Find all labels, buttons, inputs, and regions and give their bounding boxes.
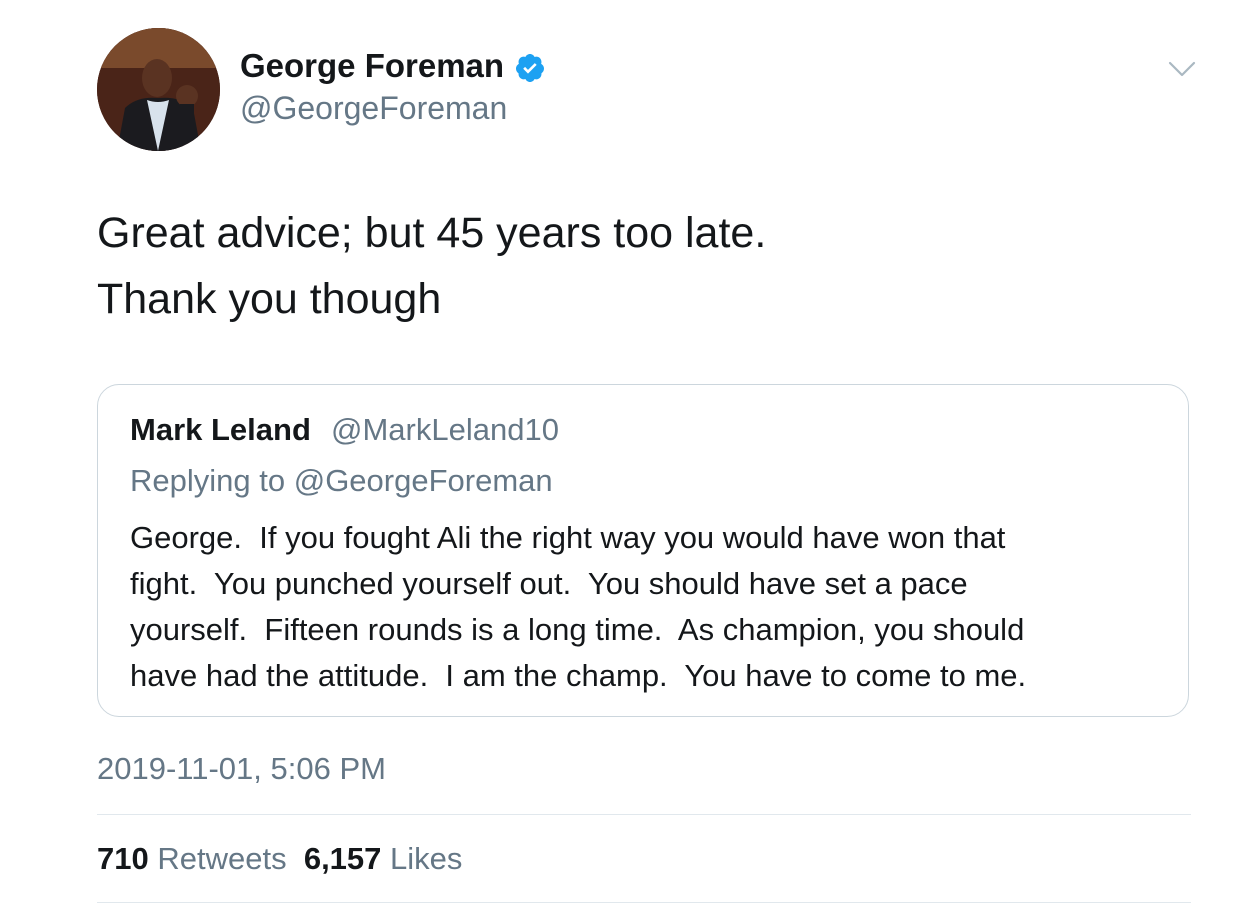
avatar-photo <box>97 28 220 151</box>
quoted-tweet[interactable]: Mark Leland @MarkLeland10 Replying to @G… <box>97 384 1189 717</box>
tweet-text: Great advice; but 45 years too late. Tha… <box>97 200 766 332</box>
avatar[interactable] <box>97 28 220 151</box>
likes-label: Likes <box>390 841 463 876</box>
author-display-name[interactable]: George Foreman <box>240 46 504 86</box>
tweet-timestamp[interactable]: 2019-11-01, 5:06 PM <box>97 748 386 790</box>
tweet: George Foreman @GeorgeForeman Great advi… <box>0 0 1236 921</box>
replying-to-prefix: Replying to <box>130 463 286 498</box>
replying-to-handle[interactable]: @GeorgeForeman <box>294 463 553 498</box>
tweet-text-line: Great advice; but 45 years too late. <box>97 209 767 257</box>
tweet-stats: 710 Retweets 6,157 Likes <box>97 838 462 880</box>
likes-count: 6,157 <box>303 841 382 876</box>
likes-stat[interactable]: 6,157 Likes <box>304 841 463 876</box>
verified-badge-icon <box>515 54 544 82</box>
quoted-handle: @MarkLeland10 <box>331 412 559 447</box>
replying-to-line: Replying to @GeorgeForeman <box>130 460 553 502</box>
quoted-display-name: Mark Leland <box>130 412 311 447</box>
author-handle[interactable]: @GeorgeForeman <box>240 88 507 128</box>
quoted-text-line: George. If you fought Ali the right way … <box>130 520 1006 555</box>
tweet-text-line: Thank you though <box>97 275 442 323</box>
quoted-text-line: fight. You punched yourself out. You sho… <box>130 566 968 601</box>
retweets-stat[interactable]: 710 Retweets <box>97 841 287 876</box>
retweets-count: 710 <box>97 841 149 876</box>
quoted-text-line: yourself. Fifteen rounds is a long time.… <box>130 612 1025 647</box>
retweets-label: Retweets <box>157 841 287 876</box>
chevron-down-icon[interactable] <box>1166 56 1198 82</box>
divider <box>97 902 1191 903</box>
quoted-tweet-text: George. If you fought Ali the right way … <box>130 515 1150 699</box>
divider <box>97 814 1191 815</box>
quoted-text-line: have had the attitude. I am the champ. Y… <box>130 658 1027 693</box>
